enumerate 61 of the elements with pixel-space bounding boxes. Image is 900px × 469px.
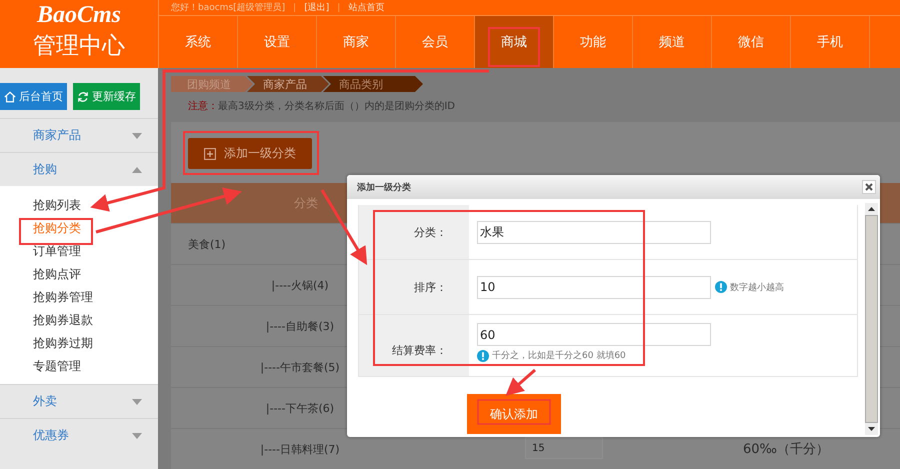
expand-caret-icon — [132, 432, 142, 438]
dialog-title: 添加一级分类 — [357, 181, 411, 194]
input-field[interactable]: 10 — [477, 276, 711, 298]
expand-caret-icon — [132, 132, 142, 138]
table-cell: |----午市套餐(5) — [260, 360, 340, 374]
field-label: 结算费率： — [359, 315, 469, 376]
table-cell: |----日韩料理(7) — [260, 442, 340, 456]
table-cell: |----自助餐(3) — [266, 318, 334, 334]
refresh-icon — [77, 90, 89, 102]
sidebar-item[interactable]: 抢购列表 — [33, 194, 81, 217]
separator: | — [337, 2, 340, 12]
nav-tab[interactable]: 商城 — [475, 16, 554, 68]
sidebar-item[interactable]: 抢购券管理 — [33, 286, 93, 309]
highlight-frame — [488, 27, 540, 67]
sidebar-item[interactable]: 抢购点评 — [33, 263, 81, 286]
sort-field[interactable]: 15 — [525, 437, 603, 459]
nav-tab[interactable]: 功能 — [554, 16, 633, 68]
add-category-button[interactable]: 添加一级分类 — [188, 138, 312, 169]
field-label: 分类： — [359, 205, 469, 259]
submit-button[interactable]: 确认添加 — [467, 394, 561, 434]
collapse-caret-icon — [132, 166, 142, 172]
breadcrumb-item[interactable]: 商品类别 — [323, 76, 423, 92]
breadcrumb-item[interactable]: 商家产品 — [247, 76, 329, 92]
nav-tab[interactable]: 微信 — [712, 16, 791, 68]
logo: BaoCms — [36, 2, 122, 28]
sidebar-item[interactable]: 抢购券过期 — [33, 332, 93, 355]
header-link[interactable]: [退出] — [304, 1, 330, 14]
input-field[interactable]: 60 — [477, 323, 711, 346]
greeting-text: 您好！baocms[超级管理员] — [171, 2, 286, 14]
refresh-button[interactable]: 更新缓存 — [73, 83, 140, 110]
nav-tab[interactable]: 系统 — [159, 16, 238, 68]
sidebar-item[interactable]: 抢购券退款 — [33, 309, 93, 332]
scrollbar[interactable] — [865, 203, 878, 435]
field-label: 排序： — [359, 260, 469, 314]
close-button[interactable] — [862, 180, 876, 194]
info-icon — [715, 281, 727, 293]
expand-caret-icon — [132, 398, 142, 404]
table-cell: 美食(1) — [188, 236, 226, 252]
home-button[interactable]: 后台首页 — [0, 83, 67, 110]
app-title: 管理中心 — [33, 32, 125, 61]
sidebar-item[interactable]: 订单管理 — [33, 240, 81, 263]
input-field[interactable]: 水果 — [477, 220, 711, 244]
house-icon — [4, 90, 16, 102]
nav-tab[interactable]: 手机 — [791, 16, 870, 68]
breadcrumb-item[interactable]: 团购频道 — [171, 76, 253, 92]
nav-tab[interactable]: 设置 — [238, 16, 317, 68]
hint-text: 数字越小越高 — [730, 282, 784, 294]
plus-box-icon — [204, 148, 216, 160]
nav-tab[interactable]: 商家 — [317, 16, 396, 68]
notice-text: 注意：最高3级分类，分类名称后面（）内的是团购分类的ID — [188, 100, 456, 114]
sidebar-item[interactable]: 专题管理 — [33, 355, 81, 378]
table-cell: |----火锅(4) — [271, 278, 329, 292]
hint-text: 千分之，比如是千分之60 就填60 — [492, 350, 626, 362]
nav-tab[interactable]: 频道 — [633, 16, 712, 68]
separator: | — [293, 2, 296, 12]
header-link[interactable]: 站点首页 — [348, 1, 384, 14]
annotation-arrow — [506, 368, 536, 396]
sidebar-item[interactable]: 抢购分类 — [33, 217, 81, 240]
info-icon — [477, 350, 489, 362]
table-cell: |----下午茶(6) — [266, 400, 334, 416]
table-cell-text: 60‰（千分） — [743, 441, 829, 458]
